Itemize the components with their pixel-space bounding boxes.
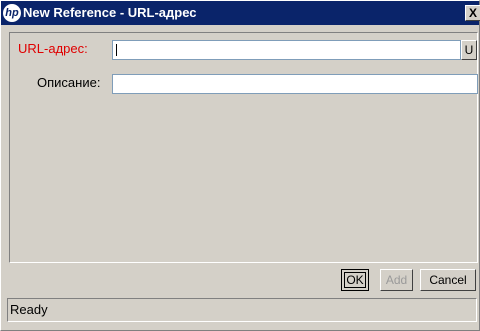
cancel-button[interactable]: Cancel	[420, 269, 476, 291]
ok-button[interactable]: OK	[341, 269, 369, 291]
status-text: Ready	[10, 302, 48, 317]
form-panel: URL-адрес: U Описание:	[9, 32, 478, 263]
text-caret	[116, 44, 117, 56]
close-button[interactable]: X	[465, 5, 480, 21]
url-input[interactable]	[112, 40, 461, 60]
url-label: URL-адрес:	[18, 41, 88, 56]
dialog-window: hp New Reference - URL-адрес X URL-адрес…	[0, 0, 480, 331]
description-label: Описание:	[37, 75, 101, 90]
status-bar: Ready	[7, 298, 477, 322]
description-input[interactable]	[112, 74, 478, 94]
hp-logo-icon: hp	[3, 4, 21, 22]
url-browse-button[interactable]: U	[461, 40, 477, 60]
add-button[interactable]: Add	[380, 269, 413, 291]
window-title: New Reference - URL-адрес	[23, 5, 197, 20]
title-bar[interactable]: hp New Reference - URL-адрес X	[1, 1, 480, 25]
